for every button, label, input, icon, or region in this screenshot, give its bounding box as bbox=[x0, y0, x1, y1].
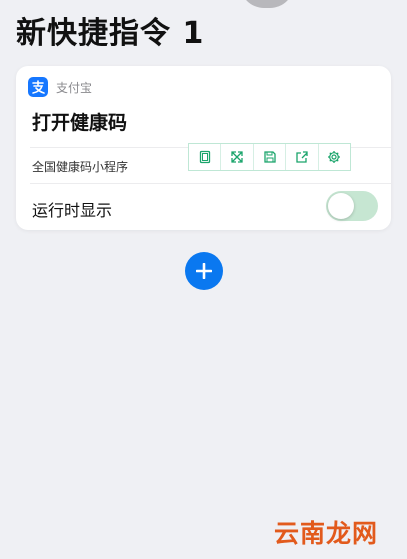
avatar bbox=[240, 0, 294, 8]
action-title[interactable]: 打开健康码 bbox=[32, 108, 127, 135]
divider bbox=[30, 183, 391, 184]
copy-icon bbox=[199, 150, 210, 164]
alipay-icon bbox=[28, 77, 48, 97]
save-icon bbox=[263, 151, 276, 163]
watermark: 云南龙网 bbox=[274, 519, 379, 548]
shuffle-icon bbox=[231, 151, 243, 163]
show-when-run-toggle[interactable] bbox=[326, 191, 378, 221]
plus-icon bbox=[196, 263, 212, 279]
action-card: 支付宝 打开健康码 全国健康码小程序 运行时显示 bbox=[16, 66, 391, 230]
app-row: 支付宝 bbox=[28, 77, 92, 97]
copy-button[interactable] bbox=[189, 144, 222, 170]
shuffle-button[interactable] bbox=[221, 144, 254, 170]
add-action-button[interactable] bbox=[185, 252, 223, 290]
settings-button[interactable] bbox=[319, 144, 350, 170]
toggle-knob bbox=[328, 193, 354, 219]
save-button[interactable] bbox=[254, 144, 287, 170]
app-name: 支付宝 bbox=[56, 80, 93, 95]
page-title: 新快捷指令 1 bbox=[16, 16, 205, 51]
share-button[interactable] bbox=[286, 144, 319, 170]
param-label[interactable]: 全国健康码小程序 bbox=[32, 158, 128, 175]
floating-toolbar bbox=[188, 143, 351, 171]
share-icon bbox=[296, 151, 308, 163]
settings-icon bbox=[328, 151, 341, 163]
show-when-run-label: 运行时显示 bbox=[32, 201, 113, 220]
